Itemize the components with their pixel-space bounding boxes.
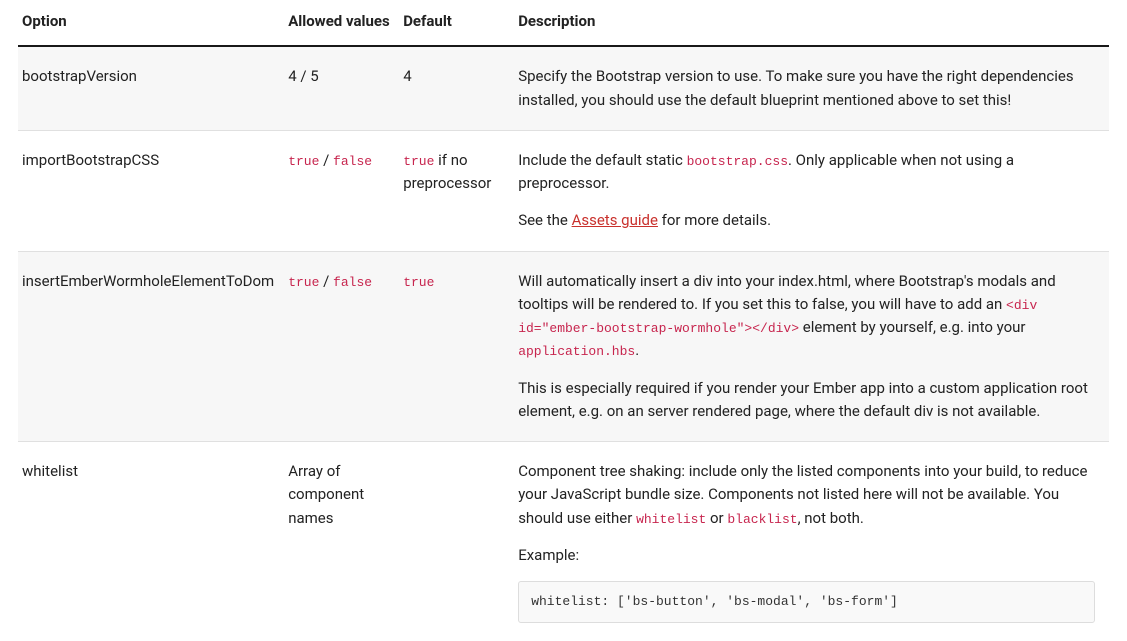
text: Will automatically insert a div into you… <box>518 272 1055 313</box>
table-row: insertEmberWormholeElementToDom true / f… <box>18 251 1109 442</box>
code-true: true <box>403 154 434 169</box>
text: . <box>635 341 639 359</box>
header-allowed: Allowed values <box>288 0 403 46</box>
text: , not both. <box>798 509 864 527</box>
default-value <box>403 442 518 641</box>
option-name: insertEmberWormholeElementToDom <box>18 251 288 442</box>
assets-guide-link[interactable]: Assets guide <box>572 211 658 229</box>
text: element by yourself, e.g. into your <box>799 318 1025 336</box>
desc-text: Specify the Bootstrap version to use. To… <box>518 65 1095 112</box>
header-option: Option <box>18 0 288 46</box>
code-false: false <box>333 154 372 169</box>
text: for more details. <box>658 211 771 229</box>
desc-text: Component tree shaking: include only the… <box>518 460 1095 530</box>
code-true: true <box>288 154 319 169</box>
sep: / <box>319 151 333 169</box>
text: Include the default static <box>518 151 686 169</box>
code-file: application.hbs <box>518 344 635 359</box>
option-name: bootstrapVersion <box>18 46 288 130</box>
header-row: Option Allowed values Default Descriptio… <box>18 0 1109 46</box>
table-row: whitelist Array of component names Compo… <box>18 442 1109 641</box>
header-description: Description <box>518 0 1109 46</box>
allowed-values: 4 / 5 <box>288 46 403 130</box>
option-name: whitelist <box>18 442 288 641</box>
desc-text: Include the default static bootstrap.css… <box>518 149 1095 196</box>
description: Component tree shaking: include only the… <box>518 442 1109 641</box>
text: See the <box>518 211 571 229</box>
text: or <box>706 509 727 527</box>
code-true: true <box>403 275 434 290</box>
description: Will automatically insert a div into you… <box>518 251 1109 442</box>
default-value: true <box>403 251 518 442</box>
allowed-values: true / false <box>288 130 403 251</box>
code-whitelist: whitelist <box>636 512 706 527</box>
options-table: Option Allowed values Default Descriptio… <box>18 0 1109 641</box>
desc-text: Will automatically insert a div into you… <box>518 270 1095 363</box>
header-default: Default <box>403 0 518 46</box>
table-row: bootstrapVersion 4 / 5 4 Specify the Boo… <box>18 46 1109 130</box>
example-code: whitelist: ['bs-button', 'bs-modal', 'bs… <box>518 581 1095 623</box>
table-row: importBootstrapCSS true / false true if … <box>18 130 1109 251</box>
code-blacklist: blacklist <box>727 512 797 527</box>
sep: / <box>319 272 333 290</box>
default-value: true if no preprocessor <box>403 130 518 251</box>
example-label: Example: <box>518 544 1095 567</box>
option-name: importBootstrapCSS <box>18 130 288 251</box>
code-file: bootstrap.css <box>687 154 788 169</box>
desc-text: See the Assets guide for more details. <box>518 209 1095 232</box>
code-true: true <box>288 275 319 290</box>
allowed-values: Array of component names <box>288 442 403 641</box>
desc-text: This is especially required if you rende… <box>518 377 1095 424</box>
allowed-values: true / false <box>288 251 403 442</box>
default-value: 4 <box>403 46 518 130</box>
description: Specify the Bootstrap version to use. To… <box>518 46 1109 130</box>
code-false: false <box>333 275 372 290</box>
description: Include the default static bootstrap.css… <box>518 130 1109 251</box>
